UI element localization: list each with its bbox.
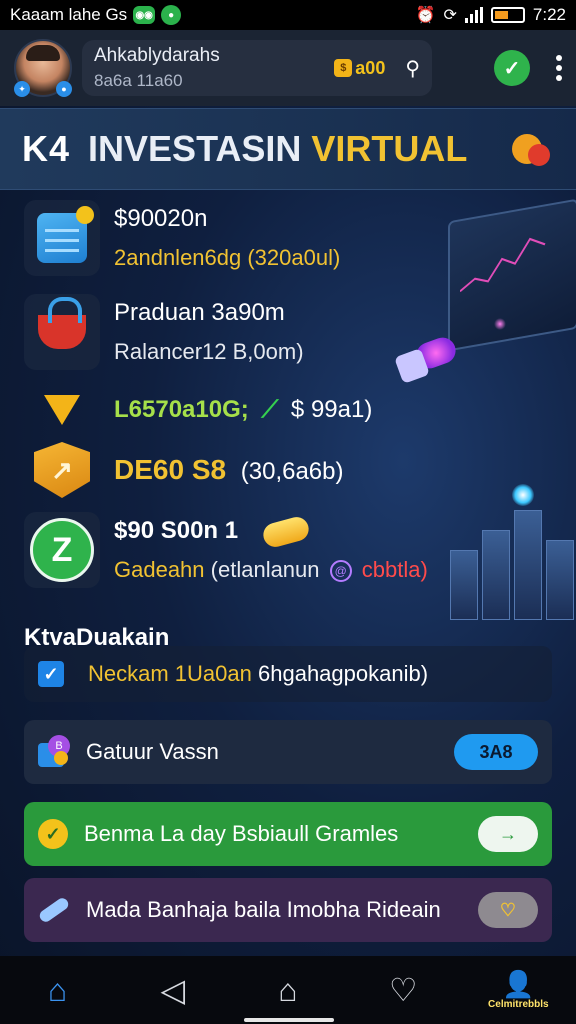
nav-profile[interactable]: 👤 Celmitrebbls (470, 971, 566, 1010)
arrow-right-button[interactable]: → (478, 816, 538, 852)
sparkle-icon (512, 484, 534, 506)
coins-icon[interactable] (510, 130, 554, 168)
profile-header: ✦ ● Ahkablydarahs 8a6a 11a60 $ a00 ⚲ ✓ (0, 30, 576, 106)
nav-back[interactable]: ◁ (125, 974, 221, 1006)
sparkle-icon (494, 318, 506, 330)
entry-subtitle-detail: (etlanlanun (210, 557, 320, 582)
shield-icon: ↗ (24, 432, 100, 508)
entry-title: $90020n (114, 205, 208, 232)
check-circle-icon: ✓ (38, 819, 68, 849)
status-bar: Kaaam lahe Gs ◉◉ ● ⏰ ⟳ 7:22 (0, 0, 576, 30)
bar-chart-illustration (450, 500, 576, 620)
page-title-bar: K4 INVESTASIN VIRTUAL (0, 108, 576, 190)
heart-icon: ♡ (388, 972, 418, 1008)
trend-up-icon: ⟋ (261, 396, 279, 423)
user-name: Ahkablydarahs (94, 45, 220, 66)
laptop-chart-illustration (448, 198, 576, 352)
chat-app-icon: ◉◉ (133, 6, 156, 24)
list-item[interactable]: $90020n 2andnlen6dg (320a0ul) (24, 200, 340, 276)
page-title-accent: VIRTUAL (311, 128, 468, 169)
coin-amount: a00 (355, 57, 386, 78)
wallet-icon: B (38, 735, 70, 769)
user-card[interactable]: Ahkablydarahs 8a6a 11a60 $ a00 ⚲ (82, 40, 432, 96)
box-icon (24, 200, 100, 276)
entry-subtitle: Gadeahn (114, 557, 205, 582)
nav-profile-label: Celmitrebbls (488, 998, 549, 1010)
coin-icon: $ (334, 59, 353, 77)
battery-icon (490, 7, 525, 23)
nav-favorites[interactable]: ♡ (355, 974, 451, 1006)
heart-button[interactable]: ♡ (478, 892, 538, 928)
entry-value: $ 99a1) (290, 396, 373, 423)
nav-home[interactable]: ⌂ (10, 974, 106, 1006)
whatsapp-icon: ● (161, 5, 182, 25)
bottom-navigation: ⌂ ◁ ⌂ ♡ 👤 Celmitrebbls (0, 956, 576, 1024)
pen-icon (37, 895, 71, 925)
house-outline-icon: ⌂ (278, 972, 298, 1008)
list-item[interactable]: Praduan 3a90m Ralancer12 B,0om) (24, 294, 304, 370)
entry-subtitle-tag: cbbtla) (361, 557, 428, 582)
checkbox-label-detail: 6hgahagpokanib) (258, 661, 429, 686)
gold-bar-icon (260, 514, 312, 550)
location-pin-icon[interactable]: ⚲ (405, 56, 420, 81)
card-label: Benma La day Bsbiaull Gramles (84, 821, 399, 846)
page-title: INVESTASIN (88, 128, 302, 169)
card-item[interactable]: B Gatuur Vassn 3A8 (24, 720, 552, 784)
card-label: Gatuur Vassn (86, 739, 219, 764)
entry-subtitle: Ralancer12 B,0om) (114, 339, 304, 364)
entry-title: Praduan 3a90m (114, 299, 285, 326)
entry-subtitle: 2andnlen6dg (320a0ul) (114, 245, 341, 270)
card-item[interactable]: ✓ Benma La day Bsbiaull Gramles → (24, 802, 552, 866)
checkbox-label: Neckam 1Ua0an (88, 661, 252, 686)
entry-title: $90 S00n 1 (114, 517, 239, 544)
at-icon: @ (329, 560, 352, 583)
exchange-icon: Z (24, 512, 100, 588)
entry-title: L6570a10G; (114, 396, 249, 423)
list-item[interactable]: L6570a10G; ⟋ $ 99a1) (24, 392, 372, 428)
alarm-icon: ⏰ (415, 7, 436, 24)
status-time: 7:22 (532, 5, 566, 24)
twitter-badge-icon: ✦ (14, 81, 30, 97)
coin-balance[interactable]: $ a00 (334, 58, 385, 79)
nav-launcher[interactable]: ⌂ (240, 974, 336, 1006)
home-icon: ⌂ (47, 972, 68, 1008)
verified-check-button[interactable]: ✓ (494, 50, 530, 86)
entry-title: DE60 S8 (114, 454, 227, 485)
card-label: Mada Banhaja baila Imobha Rideain (86, 897, 441, 922)
list-item[interactable]: Z $90 S00n 1 Gadeahn (etlanlanun @ cbbtl… (24, 512, 428, 588)
signal-icon (464, 7, 483, 23)
status-notification-text: Kaaam lahe Gs (10, 5, 128, 24)
card-item[interactable]: Mada Banhaja baila Imobha Rideain ♡ (24, 878, 552, 942)
user-id: 8a6a 11a60 (94, 71, 183, 90)
more-menu-icon[interactable] (556, 55, 562, 81)
profile-icon: 👤 (502, 968, 535, 999)
list-item[interactable]: ↗ DE60 S8 (30,6a6b) (24, 432, 344, 508)
sync-icon: ⟳ (443, 7, 457, 24)
back-triangle-icon: ◁ (160, 972, 186, 1008)
avatar[interactable]: ✦ ● (14, 39, 72, 97)
entry-value: (30,6a6b) (240, 458, 344, 485)
title-prefix: K4 (22, 128, 71, 169)
verified-badge-icon: ● (56, 81, 72, 97)
amount-button[interactable]: 3A8 (454, 734, 538, 770)
home-indicator[interactable] (244, 1018, 334, 1022)
basket-icon (24, 294, 100, 370)
triangle-icon (24, 392, 100, 428)
checkbox[interactable]: ✓ (38, 661, 64, 687)
agreement-checkbox-row[interactable]: ✓ Neckam 1Ua0an 6hgahagpokanib) (24, 646, 552, 702)
